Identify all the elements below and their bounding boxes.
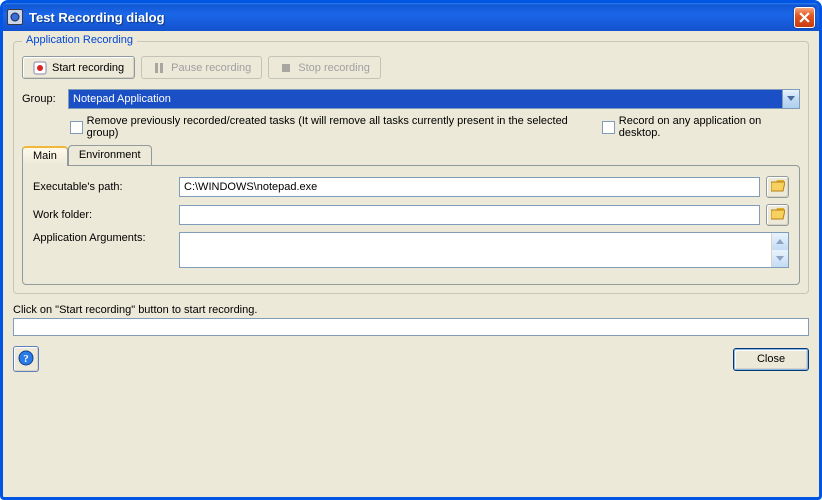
tab-environment-label: Environment <box>79 149 141 161</box>
stop-recording-icon <box>279 61 293 75</box>
workfolder-label: Work folder: <box>33 209 173 221</box>
window-close-button[interactable] <box>794 7 815 28</box>
executable-label: Executable's path: <box>33 181 173 193</box>
tab-main[interactable]: Main <box>22 146 68 166</box>
scroll-up-icon[interactable] <box>772 233 788 250</box>
arguments-textarea[interactable] <box>180 233 771 267</box>
status-label: Click on "Start recording" button to sta… <box>13 304 809 316</box>
group-row: Group: Notepad Application <box>22 89 800 109</box>
title-bar: Test Recording dialog <box>3 3 819 31</box>
group-combobox[interactable]: Notepad Application <box>68 89 800 109</box>
group-selected-value: Notepad Application <box>73 93 782 105</box>
help-icon: ? <box>18 350 34 369</box>
main-tab-panel: Executable's path: Work folder: <box>22 165 800 285</box>
remove-tasks-checkbox[interactable] <box>70 121 83 134</box>
combobox-arrow-icon[interactable] <box>782 90 799 108</box>
executable-path-input[interactable] <box>179 177 760 197</box>
workfolder-row: Work folder: <box>33 204 789 226</box>
browse-workfolder-button[interactable] <box>766 204 789 226</box>
pause-recording-label: Pause recording <box>171 62 251 74</box>
folder-icon <box>771 180 785 195</box>
app-icon <box>7 9 23 25</box>
recording-groupbox: Application Recording Start recording Pa… <box>13 41 809 294</box>
dialog-window: Test Recording dialog Application Record… <box>0 0 822 500</box>
browse-executable-button[interactable] <box>766 176 789 198</box>
start-recording-button[interactable]: Start recording <box>22 56 135 79</box>
recording-toolbar: Start recording Pause recording Stop rec… <box>22 56 800 79</box>
tab-main-label: Main <box>33 150 57 162</box>
start-recording-label: Start recording <box>52 62 124 74</box>
workfolder-input[interactable] <box>179 205 760 225</box>
dialog-footer: ? Close <box>13 346 809 372</box>
svg-text:?: ? <box>23 353 29 365</box>
record-any-app-label: Record on any application on desktop. <box>619 115 800 139</box>
dialog-body: Application Recording Start recording Pa… <box>3 31 819 497</box>
arguments-row: Application Arguments: <box>33 232 789 268</box>
help-button[interactable]: ? <box>13 346 39 372</box>
arguments-field-wrap <box>179 232 789 268</box>
close-button[interactable]: Close <box>733 348 809 371</box>
close-button-label: Close <box>757 353 785 365</box>
tab-strip: Main Environment <box>22 145 800 165</box>
stop-recording-button: Stop recording <box>268 56 381 79</box>
remove-tasks-label: Remove previously recorded/created tasks… <box>87 115 587 139</box>
tab-environment[interactable]: Environment <box>68 145 152 165</box>
scroll-down-icon[interactable] <box>772 250 788 267</box>
group-label: Group: <box>22 93 62 105</box>
arguments-scrollbar[interactable] <box>771 233 788 267</box>
arguments-label: Application Arguments: <box>33 232 173 244</box>
executable-row: Executable's path: <box>33 176 789 198</box>
folder-icon <box>771 208 785 223</box>
checkbox-row: Remove previously recorded/created tasks… <box>70 115 800 139</box>
pause-recording-icon <box>152 61 166 75</box>
progress-bar <box>13 318 809 336</box>
stop-recording-label: Stop recording <box>298 62 370 74</box>
start-recording-icon <box>33 61 47 75</box>
record-any-app-checkbox[interactable] <box>602 121 615 134</box>
pause-recording-button: Pause recording <box>141 56 262 79</box>
groupbox-legend: Application Recording <box>22 34 137 46</box>
tab-area: Main Environment Executable's path: <box>22 145 800 285</box>
window-title: Test Recording dialog <box>29 10 794 25</box>
